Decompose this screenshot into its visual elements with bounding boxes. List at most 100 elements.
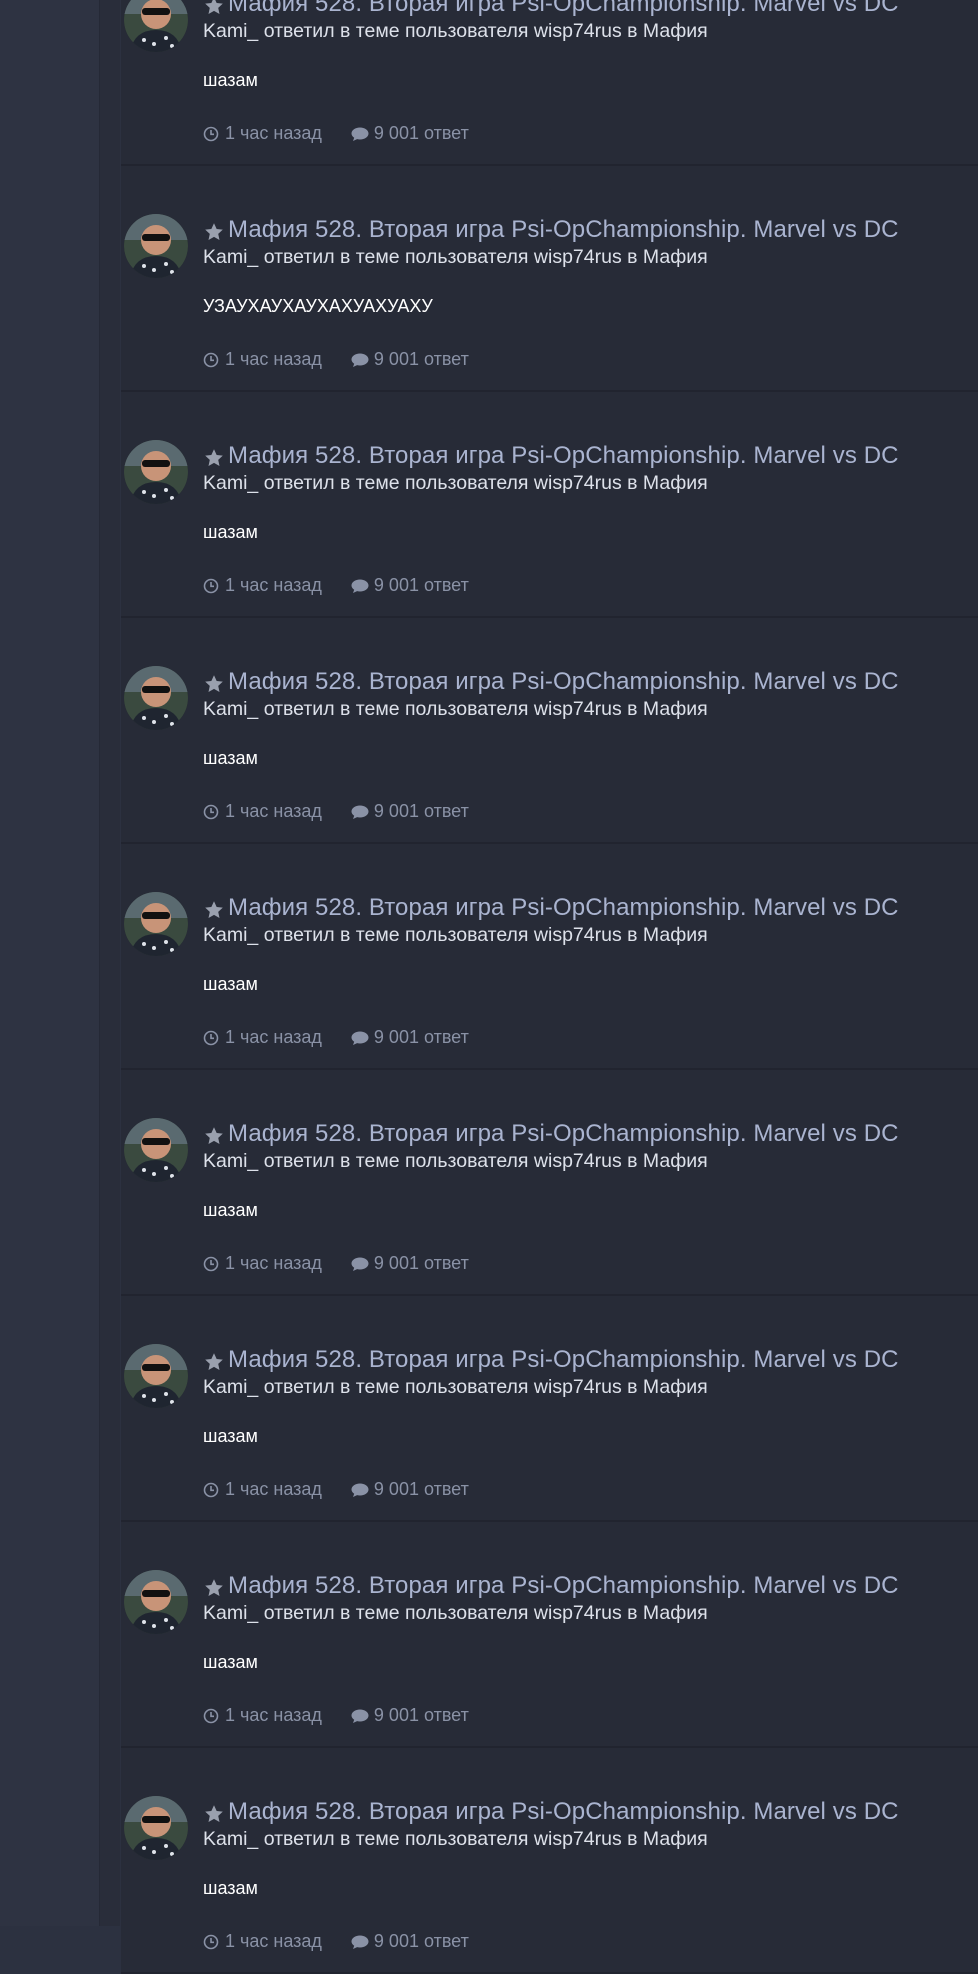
reply-count: 9 001 ответ: [373, 123, 469, 143]
post-time[interactable]: 1 час назад: [225, 575, 322, 596]
post-snippet: шазам: [203, 1426, 258, 1446]
topic-title[interactable]: Мафия 528. Вторая игра Psi-OpChampionshi…: [203, 1120, 899, 1148]
reply-count: 9 001 ответ: [373, 1705, 469, 1725]
post-time[interactable]: 1 час назад: [225, 1027, 322, 1048]
topic-link[interactable]: Мафия 528. Вторая игра Psi-OpChampionshi…: [228, 668, 899, 696]
post-time[interactable]: 1 час назад: [225, 1705, 322, 1726]
post-snippet: УЗАУХАУХАУХАХУАХУАХУ: [203, 296, 433, 316]
topic-link[interactable]: Мафия 528. Вторая игра Psi-OpChampionshi…: [228, 0, 899, 18]
star-icon: [205, 448, 223, 466]
topic-link[interactable]: Мафия 528. Вторая игра Psi-OpChampionshi…: [228, 1572, 899, 1600]
post-snippet: шазам: [203, 1200, 258, 1220]
activity-byline: Kami_ ответил в теме пользователя wisp74…: [203, 246, 708, 268]
comment-icon: [351, 353, 369, 367]
star-icon: [205, 1126, 223, 1144]
activity-byline: Kami_ ответил в теме пользователя wisp74…: [203, 698, 708, 720]
topic-link[interactable]: Мафия 528. Вторая игра Psi-OpChampionshi…: [228, 1120, 899, 1148]
activity-byline: Kami_ ответил в теме пользователя wisp74…: [203, 1150, 708, 1172]
avatar[interactable]: [124, 1796, 188, 1860]
star-icon: [205, 1804, 223, 1822]
post-snippet: шазам: [203, 1652, 258, 1672]
topic-link[interactable]: Мафия 528. Вторая игра Psi-OpChampionshi…: [228, 1798, 899, 1826]
comment-icon: [351, 805, 369, 819]
post-snippet: шазам: [203, 70, 258, 90]
reply-count: 9 001 ответ: [373, 1027, 469, 1047]
topic-link[interactable]: Мафия 528. Вторая игра Psi-OpChampionshi…: [228, 1346, 899, 1374]
clock-icon: [203, 1708, 219, 1723]
post-time[interactable]: 1 час назад: [225, 349, 322, 370]
left-rail: [99, 0, 120, 1926]
topic-title[interactable]: Мафия 528. Вторая игра Psi-OpChampionshi…: [203, 894, 899, 922]
topic-link[interactable]: Мафия 528. Вторая игра Psi-OpChampionshi…: [228, 442, 899, 470]
avatar[interactable]: [124, 1344, 188, 1408]
star-icon: [205, 1352, 223, 1370]
comment-icon: [351, 1709, 369, 1723]
clock-icon: [203, 352, 219, 367]
clock-icon: [203, 1256, 219, 1271]
reply-count: 9 001 ответ: [373, 1479, 469, 1499]
post-snippet: шазам: [203, 974, 258, 994]
post-snippet: шазам: [203, 522, 258, 542]
activity-byline: Kami_ ответил в теме пользователя wisp74…: [203, 1828, 708, 1850]
reply-count: 9 001 ответ: [373, 349, 469, 369]
reply-count: 9 001 ответ: [373, 1931, 469, 1951]
activity-meta: 1 час назад 9 001 ответ: [203, 1931, 469, 1952]
activity-item: Мафия 528. Вторая игра Psi-OpChampionshi…: [121, 618, 978, 844]
activity-byline: Kami_ ответил в теме пользователя wisp74…: [203, 20, 708, 42]
topic-title[interactable]: Мафия 528. Вторая игра Psi-OpChampionshi…: [203, 668, 899, 696]
comment-icon: [351, 1935, 369, 1949]
topic-link[interactable]: Мафия 528. Вторая игра Psi-OpChampionshi…: [228, 216, 899, 244]
post-time[interactable]: 1 час назад: [225, 1479, 322, 1500]
activity-item: Мафия 528. Вторая игра Psi-OpChampionshi…: [121, 844, 978, 1070]
avatar[interactable]: [124, 0, 188, 52]
activity-feed: Мафия 528. Вторая игра Psi-OpChampionshi…: [121, 0, 978, 1974]
activity-byline: Kami_ ответил в теме пользователя wisp74…: [203, 924, 708, 946]
activity-byline: Kami_ ответил в теме пользователя wisp74…: [203, 1602, 708, 1624]
clock-icon: [203, 1934, 219, 1949]
comment-icon: [351, 1483, 369, 1497]
clock-icon: [203, 804, 219, 819]
topic-link[interactable]: Мафия 528. Вторая игра Psi-OpChampionshi…: [228, 894, 899, 922]
activity-meta: 1 час назад 9 001 ответ: [203, 801, 469, 822]
activity-item: Мафия 528. Вторая игра Psi-OpChampionshi…: [121, 392, 978, 618]
avatar[interactable]: [124, 214, 188, 278]
topic-title[interactable]: Мафия 528. Вторая игра Psi-OpChampionshi…: [203, 1572, 899, 1600]
activity-meta: 1 час назад 9 001 ответ: [203, 349, 469, 370]
reply-count: 9 001 ответ: [373, 1253, 469, 1273]
activity-item: Мафия 528. Вторая игра Psi-OpChampionshi…: [121, 1070, 978, 1296]
activity-item: Мафия 528. Вторая игра Psi-OpChampionshi…: [121, 1748, 978, 1974]
activity-meta: 1 час назад 9 001 ответ: [203, 1253, 469, 1274]
post-time[interactable]: 1 час назад: [225, 801, 322, 822]
activity-item: Мафия 528. Вторая игра Psi-OpChampionshi…: [121, 0, 978, 166]
clock-icon: [203, 126, 219, 141]
post-time[interactable]: 1 час назад: [225, 1931, 322, 1952]
star-icon: [205, 900, 223, 918]
star-icon: [205, 222, 223, 240]
activity-item: Мафия 528. Вторая игра Psi-OpChampionshi…: [121, 1296, 978, 1522]
comment-icon: [351, 1257, 369, 1271]
topic-title[interactable]: Мафия 528. Вторая игра Psi-OpChampionshi…: [203, 0, 899, 18]
reply-count: 9 001 ответ: [373, 575, 469, 595]
avatar[interactable]: [124, 1118, 188, 1182]
topic-title[interactable]: Мафия 528. Вторая игра Psi-OpChampionshi…: [203, 1798, 899, 1826]
post-time[interactable]: 1 час назад: [225, 1253, 322, 1274]
activity-meta: 1 час назад 9 001 ответ: [203, 575, 469, 596]
post-snippet: шазам: [203, 1878, 258, 1898]
reply-count: 9 001 ответ: [373, 801, 469, 821]
post-time[interactable]: 1 час назад: [225, 123, 322, 144]
avatar[interactable]: [124, 1570, 188, 1634]
topic-title[interactable]: Мафия 528. Вторая игра Psi-OpChampionshi…: [203, 1346, 899, 1374]
post-snippet: шазам: [203, 748, 258, 768]
avatar[interactable]: [124, 892, 188, 956]
star-icon: [205, 1578, 223, 1596]
topic-title[interactable]: Мафия 528. Вторая игра Psi-OpChampionshi…: [203, 442, 899, 470]
activity-meta: 1 час назад 9 001 ответ: [203, 1479, 469, 1500]
topic-title[interactable]: Мафия 528. Вторая игра Psi-OpChampionshi…: [203, 216, 899, 244]
comment-icon: [351, 1031, 369, 1045]
avatar[interactable]: [124, 666, 188, 730]
activity-meta: 1 час назад 9 001 ответ: [203, 123, 469, 144]
comment-icon: [351, 127, 369, 141]
avatar[interactable]: [124, 440, 188, 504]
clock-icon: [203, 578, 219, 593]
activity-item: Мафия 528. Вторая игра Psi-OpChampionshi…: [121, 166, 978, 392]
